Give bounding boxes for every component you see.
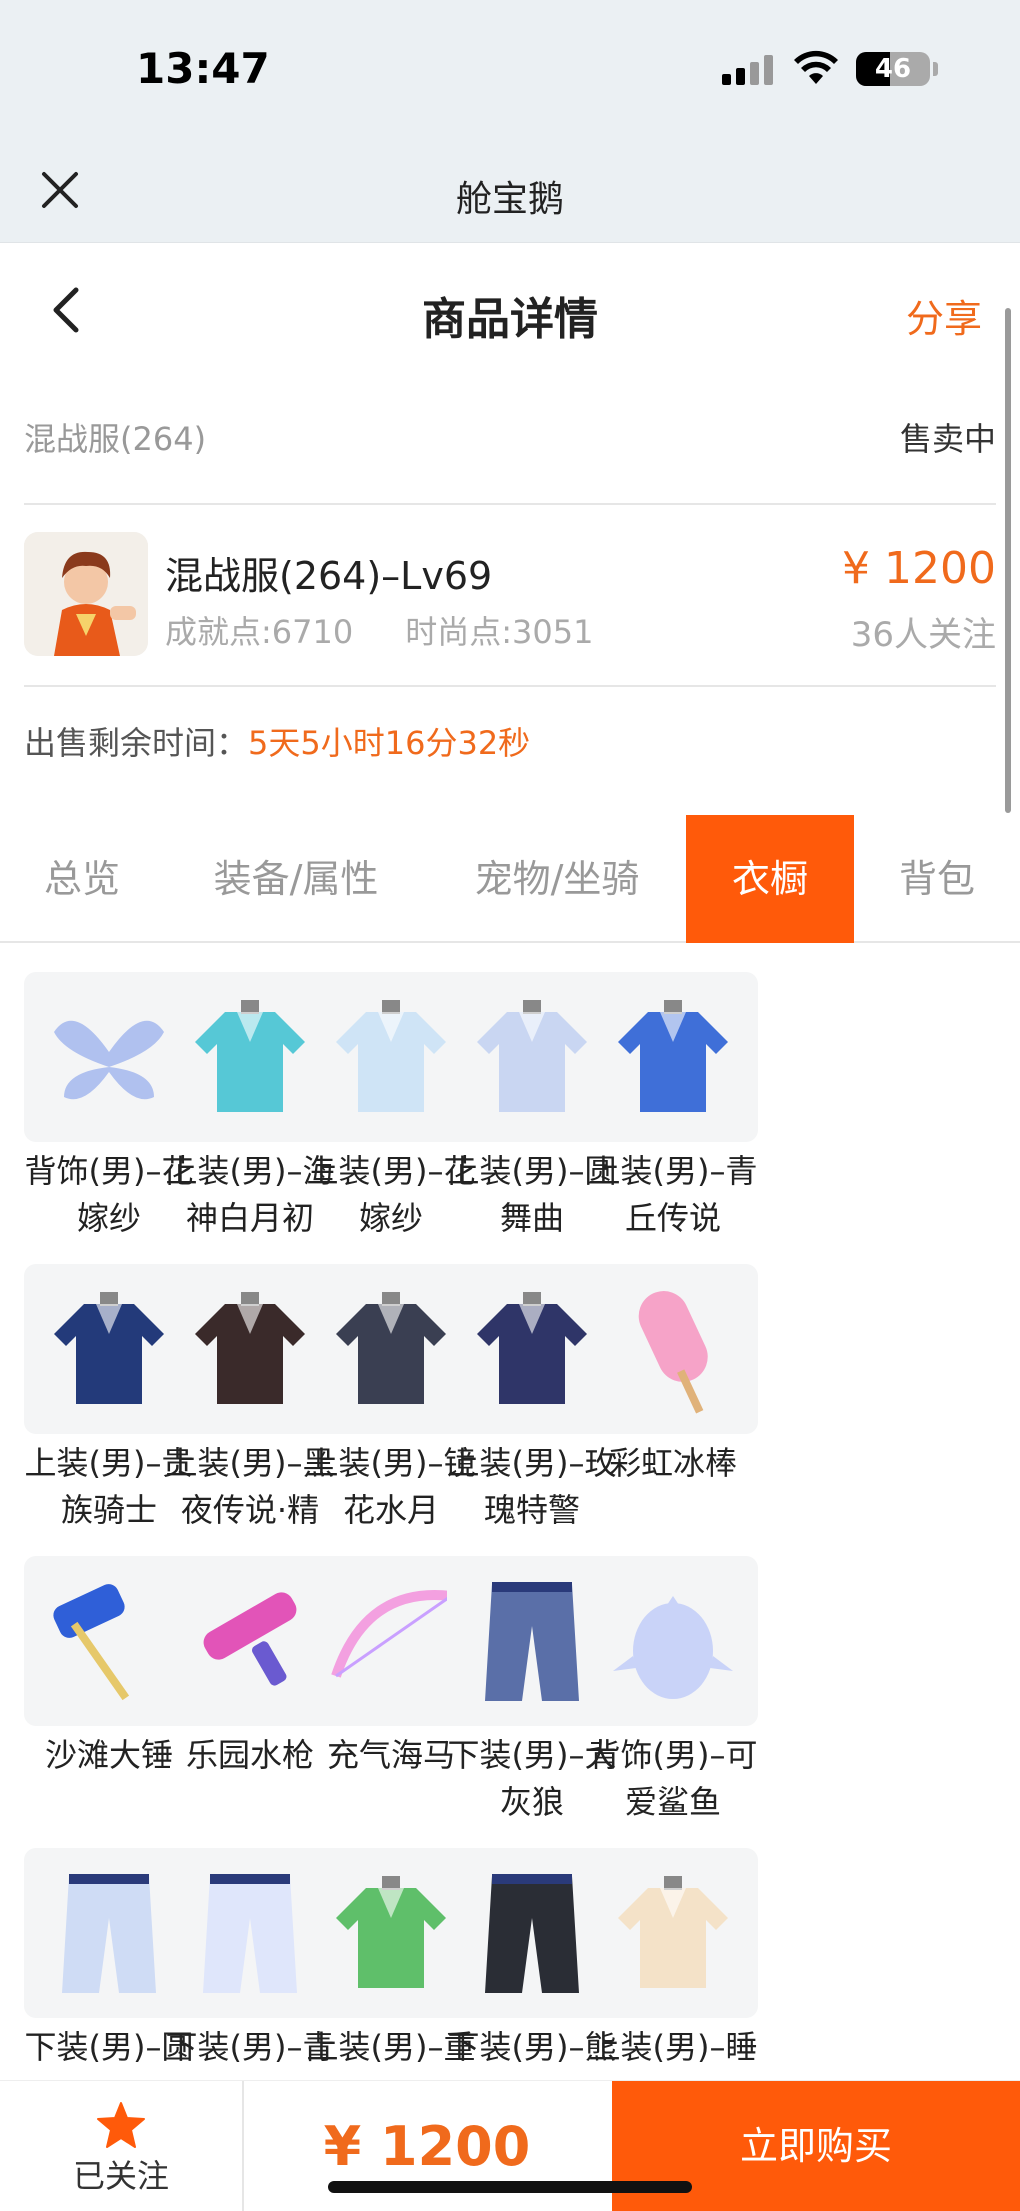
- product-summary: 混战服(264)–Lv69 成就点:6710 时尚点:3051 ¥ 1200 36…: [0, 505, 1020, 685]
- app-title: 舱宝鹅: [455, 179, 564, 220]
- follower-count: 36人关注: [850, 615, 996, 655]
- costume-icon: [588, 972, 758, 1142]
- follow-label: 已关注: [72, 2157, 169, 2195]
- share-button[interactable]: 分享: [906, 288, 982, 343]
- tab-pets[interactable]: 宠物/坐骑: [428, 815, 686, 943]
- follow-button[interactable]: 已关注: [0, 2081, 244, 2211]
- wardrobe-item-label: 上装(男)–青丘传说: [588, 1152, 758, 1237]
- popsicle-icon: [588, 1264, 758, 1434]
- remaining-time-label: 出售剩余时间：: [24, 724, 249, 762]
- shark-icon: [588, 1556, 758, 1726]
- wardrobe-item-label: 背饰(男)–可爱鲨鱼: [588, 1736, 758, 1821]
- product-price: ¥ 1200: [842, 543, 996, 594]
- product-stats: 成就点:6710 时尚点:3051: [165, 607, 645, 653]
- home-indicator[interactable]: [328, 2181, 692, 2193]
- wardrobe-item-label: 上装(男)–睡: [588, 2028, 758, 2066]
- wardrobe-grid: 背饰(男)–花嫁纱 上装(男)–海神白月初 上装(男)–花嫁纱 上装(男)–圆舞曲 上装…: [24, 972, 1004, 2072]
- wardrobe-item[interactable]: 背饰(男)–可爱鲨鱼: [585, 1556, 761, 1826]
- wardrobe-item[interactable]: 上装(男)–睡: [585, 1848, 761, 2071]
- costume-icon: [588, 1848, 758, 2018]
- status-bar: 13:47 46: [0, 0, 1020, 130]
- cellular-signal-icon: [722, 55, 774, 85]
- remaining-time: 出售剩余时间：5天5小时16分32秒: [24, 718, 530, 764]
- divider: [24, 685, 996, 687]
- tab-backpack[interactable]: 背包: [854, 815, 1020, 943]
- fashion-points: 时尚点:3051: [405, 613, 594, 651]
- tab-overview[interactable]: 总览: [0, 815, 164, 943]
- page-title: 商品详情: [422, 294, 598, 345]
- tab-bar: 总览 装备/属性 宠物/坐骑 衣橱 背包: [0, 815, 1020, 943]
- battery-level: 46: [874, 54, 912, 84]
- status-time: 13:47: [136, 44, 270, 93]
- tab-wardrobe[interactable]: 衣橱: [686, 815, 854, 943]
- tab-equipment[interactable]: 装备/属性: [164, 815, 428, 943]
- star-icon: [97, 2102, 145, 2148]
- wifi-icon: [794, 50, 838, 84]
- product-name: 混战服(264)–Lv69: [165, 554, 493, 598]
- server-row: 混战服(264) 售卖中: [24, 408, 996, 468]
- avatar: [24, 532, 148, 656]
- wardrobe-item[interactable]: 上装(男)–青丘传说: [585, 972, 761, 1242]
- page-header: 商品详情 分享: [0, 243, 1020, 373]
- battery-tip: [933, 62, 938, 76]
- server-name: 混战服(264): [24, 420, 207, 458]
- remaining-time-value: 5天5小时16分32秒: [248, 724, 531, 762]
- battery-icon: 46: [856, 52, 930, 86]
- app-bar: 舱宝鹅: [0, 130, 1020, 243]
- wardrobe-item[interactable]: 彩虹冰棒: [585, 1264, 761, 1487]
- achievement-points: 成就点:6710: [165, 613, 354, 651]
- sale-status: 售卖中: [899, 420, 996, 458]
- wardrobe-item-label: 彩虹冰棒: [608, 1444, 737, 1482]
